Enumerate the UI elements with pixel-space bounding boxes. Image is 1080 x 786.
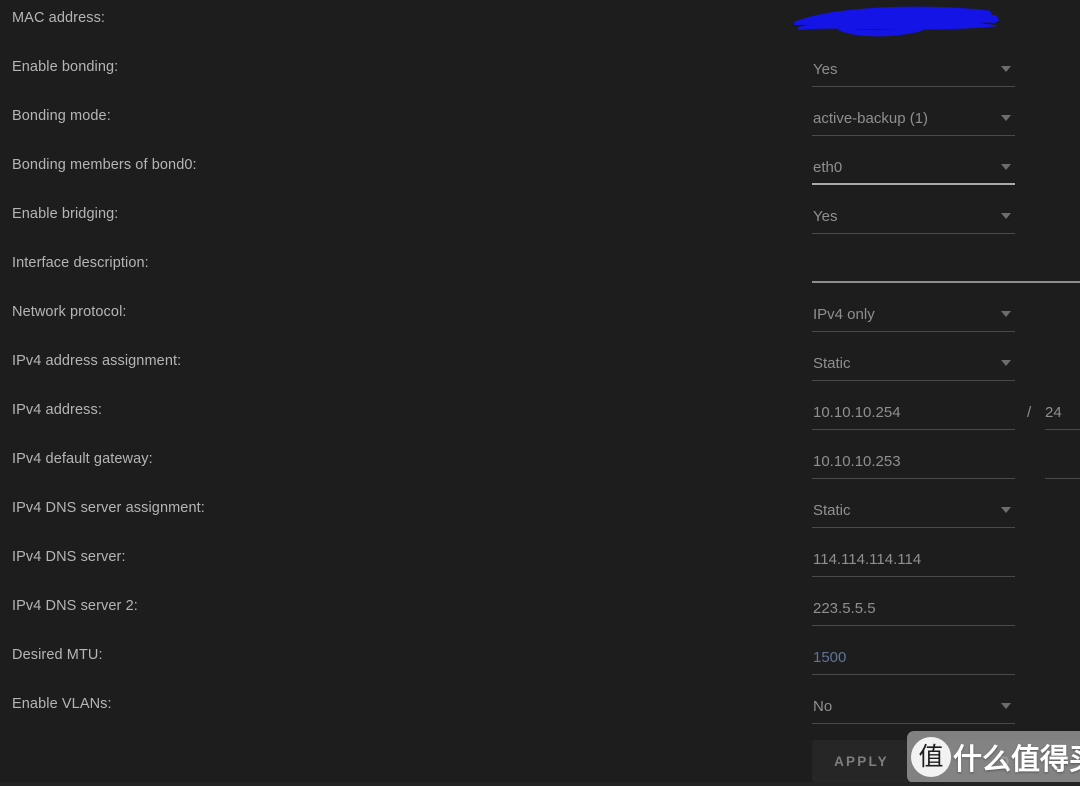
form-row-enable-bonding: Enable bonding: Yes bbox=[0, 49, 1080, 98]
label-ipv4-dns-server-assignment: IPv4 DNS server assignment: bbox=[12, 500, 205, 516]
bottom-edge-strip bbox=[0, 782, 1080, 786]
apply-button[interactable]: APPLY bbox=[812, 740, 911, 782]
value-ipv4-address-assignment: Static bbox=[813, 355, 851, 372]
field-underline bbox=[812, 625, 1015, 626]
field-underline bbox=[812, 183, 1015, 185]
label-bonding-mode: Bonding mode: bbox=[12, 108, 111, 124]
field-underline bbox=[812, 527, 1015, 528]
input-desired-mtu[interactable]: 1500 bbox=[812, 643, 1015, 675]
chevron-down-icon[interactable] bbox=[1001, 115, 1011, 121]
select-ipv4-address-assignment[interactable]: Static bbox=[812, 349, 1015, 381]
form-row-ipv4-dns-server-assignment: IPv4 DNS server assignment: Static bbox=[0, 490, 1080, 539]
form-row-network-protocol: Network protocol: IPv4 only bbox=[0, 294, 1080, 343]
label-desired-mtu: Desired MTU: bbox=[12, 647, 103, 663]
label-ipv4-dns-server: IPv4 DNS server: bbox=[12, 549, 126, 565]
prefix-separator: / bbox=[1027, 404, 1032, 421]
field-underline bbox=[812, 86, 1015, 87]
chevron-down-icon[interactable] bbox=[1001, 213, 1011, 219]
form-row-mac-address: MAC address: bbox=[0, 0, 1080, 49]
label-mac-address: MAC address: bbox=[12, 10, 106, 26]
label-bonding-members: Bonding members of bond0: bbox=[12, 157, 197, 173]
label-ipv4-dns-server-2: IPv4 DNS server 2: bbox=[12, 598, 138, 614]
input-ipv4-dns-server[interactable]: 114.114.114.114 bbox=[812, 545, 1015, 577]
label-ipv4-default-gateway: IPv4 default gateway: bbox=[12, 451, 153, 467]
label-ipv4-address: IPv4 address: bbox=[12, 402, 102, 418]
input-ipv4-default-gateway-secondary[interactable] bbox=[1045, 447, 1080, 479]
label-ipv4-address-assignment: IPv4 address assignment: bbox=[12, 353, 182, 369]
value-enable-bonding: Yes bbox=[813, 61, 838, 78]
field-underline bbox=[1045, 478, 1080, 479]
field-underline bbox=[812, 723, 1015, 724]
form-row-ipv4-dns-server: IPv4 DNS server: 114.114.114.114 bbox=[0, 539, 1080, 588]
form-row-enable-vlans: Enable VLANs: No bbox=[0, 686, 1080, 735]
input-ipv4-address[interactable]: 10.10.10.254 bbox=[812, 398, 1015, 430]
chevron-down-icon[interactable] bbox=[1001, 703, 1011, 709]
value-ipv4-default-gateway: 10.10.10.253 bbox=[813, 453, 901, 470]
chevron-down-icon[interactable] bbox=[1001, 311, 1011, 317]
form-row-ipv4-dns-server-2: IPv4 DNS server 2: 223.5.5.5 bbox=[0, 588, 1080, 637]
select-enable-bridging[interactable]: Yes bbox=[812, 202, 1015, 234]
select-bonding-members[interactable]: eth0 bbox=[812, 153, 1015, 185]
label-network-protocol: Network protocol: bbox=[12, 304, 127, 320]
value-prefix-length: 24 bbox=[1045, 404, 1062, 421]
secondary-action-button[interactable]: D bbox=[923, 740, 1080, 782]
form-row-ipv4-address: IPv4 address: 10.10.10.254 / 24 bbox=[0, 392, 1080, 441]
field-underline bbox=[812, 478, 1015, 479]
interface-settings-form: MAC address: Enable bonding: Yes Bonding mo… bbox=[0, 0, 1080, 735]
field-underline bbox=[812, 576, 1015, 577]
form-row-bonding-members: Bonding members of bond0: eth0 bbox=[0, 147, 1080, 196]
field-underline bbox=[1045, 429, 1080, 430]
field-underline bbox=[812, 331, 1015, 332]
value-ipv4-dns-server-2: 223.5.5.5 bbox=[813, 600, 876, 617]
label-interface-description: Interface description: bbox=[12, 255, 149, 271]
label-enable-vlans: Enable VLANs: bbox=[12, 696, 112, 712]
field-underline bbox=[812, 380, 1015, 381]
select-ipv4-dns-server-assignment[interactable]: Static bbox=[812, 496, 1015, 528]
field-underline bbox=[812, 135, 1015, 136]
chevron-down-icon[interactable] bbox=[1001, 66, 1011, 72]
form-row-ipv4-address-assignment: IPv4 address assignment: Static bbox=[0, 343, 1080, 392]
field-underline bbox=[812, 429, 1015, 430]
value-desired-mtu: 1500 bbox=[813, 649, 847, 666]
field-underline bbox=[812, 281, 1080, 283]
select-bonding-mode[interactable]: active-backup (1) bbox=[812, 104, 1015, 136]
input-ipv4-dns-server-2[interactable]: 223.5.5.5 bbox=[812, 594, 1015, 626]
chevron-down-icon[interactable] bbox=[1001, 360, 1011, 366]
input-ipv4-address-prefix-length[interactable]: / 24 bbox=[1027, 398, 1080, 430]
form-row-enable-bridging: Enable bridging: Yes bbox=[0, 196, 1080, 245]
label-enable-bridging: Enable bridging: bbox=[12, 206, 119, 222]
chevron-down-icon[interactable] bbox=[1001, 507, 1011, 513]
form-row-bonding-mode: Bonding mode: active-backup (1) bbox=[0, 98, 1080, 147]
select-network-protocol[interactable]: IPv4 only bbox=[812, 300, 1015, 332]
input-interface-description[interactable] bbox=[812, 251, 1080, 283]
label-enable-bonding: Enable bonding: bbox=[12, 59, 119, 75]
value-ipv4-address: 10.10.10.254 bbox=[813, 404, 901, 421]
form-row-ipv4-default-gateway: IPv4 default gateway: 10.10.10.253 bbox=[0, 441, 1080, 490]
select-enable-bonding[interactable]: Yes bbox=[812, 55, 1015, 87]
value-ipv4-dns-server: 114.114.114.114 bbox=[813, 551, 922, 568]
form-row-desired-mtu: Desired MTU: 1500 bbox=[0, 637, 1080, 686]
value-bonding-mode: active-backup (1) bbox=[813, 110, 929, 127]
network-interface-config-panel: MAC address: Enable bonding: Yes Bonding mo… bbox=[0, 0, 1080, 786]
chevron-down-icon[interactable] bbox=[1001, 164, 1011, 170]
form-row-interface-description: Interface description: bbox=[0, 245, 1080, 294]
value-network-protocol: IPv4 only bbox=[813, 306, 875, 323]
field-underline bbox=[812, 674, 1015, 675]
value-enable-vlans: No bbox=[813, 698, 833, 715]
select-enable-vlans[interactable]: No bbox=[812, 692, 1015, 724]
value-enable-bridging: Yes bbox=[813, 208, 838, 225]
value-ipv4-dns-server-assignment: Static bbox=[813, 502, 851, 519]
field-underline bbox=[812, 233, 1015, 234]
input-ipv4-default-gateway[interactable]: 10.10.10.253 bbox=[812, 447, 1015, 479]
value-bonding-members: eth0 bbox=[813, 159, 843, 176]
